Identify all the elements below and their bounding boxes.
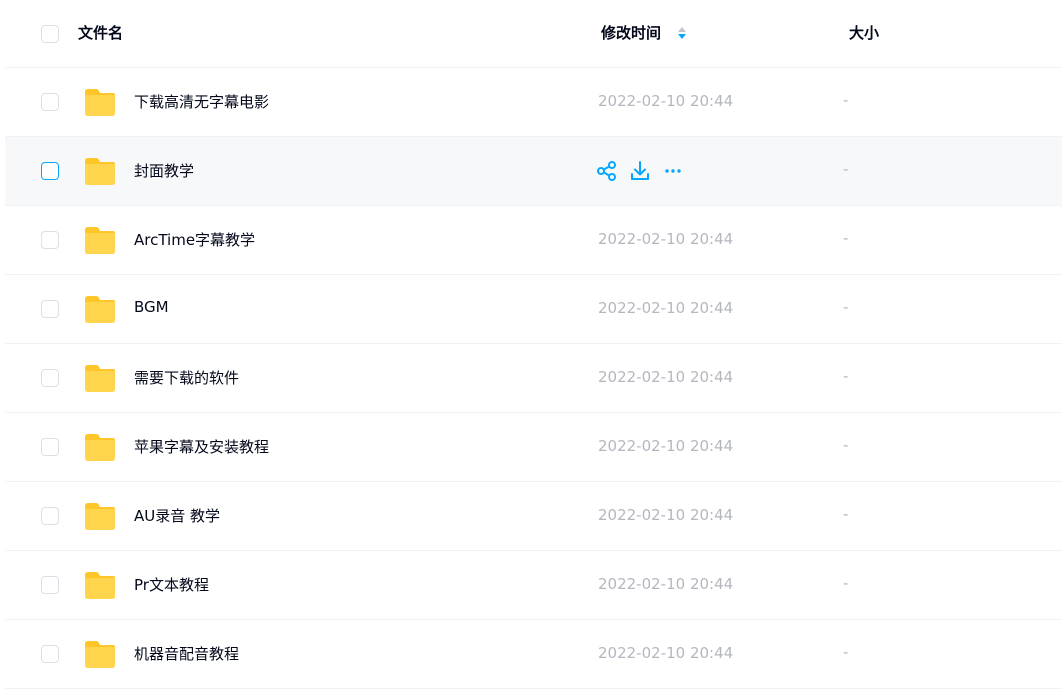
row-checkbox[interactable] [41, 162, 59, 180]
file-modified-time: 2022-02-10 20:44 [598, 575, 734, 593]
file-modified-time: 2022-02-10 20:44 [598, 506, 734, 524]
download-icon[interactable] [629, 160, 651, 182]
file-row[interactable]: 下载高清无字幕电影 2022-02-10 20:44 - [5, 68, 1062, 137]
file-name[interactable]: AU录音 教学 [134, 505, 220, 526]
folder-icon [85, 158, 115, 185]
file-modified-time: 2022-02-10 20:44 [598, 368, 734, 386]
file-row[interactable]: 需要下载的软件 2022-02-10 20:44 - [5, 344, 1062, 413]
file-size: - [843, 367, 849, 385]
file-modified-time: 2022-02-10 20:44 [598, 299, 734, 317]
column-header-modified-time[interactable]: 修改时间 [601, 22, 661, 43]
file-name[interactable]: BGM [134, 298, 169, 316]
file-name[interactable]: ArcTime字幕教学 [134, 229, 255, 250]
file-row[interactable]: ArcTime字幕教学 2022-02-10 20:44 - [5, 206, 1062, 275]
file-name[interactable]: 需要下载的软件 [134, 367, 239, 388]
sort-caret-icon[interactable] [677, 25, 687, 41]
folder-icon [85, 365, 115, 392]
file-name[interactable]: 下载高清无字幕电影 [134, 91, 269, 112]
file-size: - [843, 229, 849, 247]
file-list-table: 文件名 修改时间 大小 下载高清无字幕电影 2022-02-10 20:44 -… [5, 0, 1062, 689]
row-checkbox[interactable] [41, 507, 59, 525]
file-size: - [843, 298, 849, 316]
folder-icon [85, 572, 115, 599]
file-size: - [843, 574, 849, 592]
row-checkbox[interactable] [41, 369, 59, 387]
file-list-header: 文件名 修改时间 大小 [5, 0, 1062, 68]
select-all-checkbox[interactable] [41, 25, 59, 43]
file-size: - [843, 643, 849, 661]
more-icon[interactable] [662, 160, 684, 182]
row-checkbox[interactable] [41, 438, 59, 456]
file-row[interactable]: Pr文本教程 2022-02-10 20:44 - [5, 551, 1062, 620]
file-row[interactable]: BGM 2022-02-10 20:44 - [5, 275, 1062, 344]
file-size: - [843, 505, 849, 523]
row-checkbox[interactable] [41, 231, 59, 249]
row-checkbox[interactable] [41, 576, 59, 594]
file-name[interactable]: 苹果字幕及安装教程 [134, 436, 269, 457]
file-modified-time: 2022-02-10 20:44 [598, 644, 734, 662]
row-checkbox[interactable] [41, 93, 59, 111]
folder-icon [85, 503, 115, 530]
file-row[interactable]: AU录音 教学 2022-02-10 20:44 - [5, 482, 1062, 551]
row-checkbox[interactable] [41, 645, 59, 663]
file-modified-time: 2022-02-10 20:44 [598, 230, 734, 248]
file-name[interactable]: 机器音配音教程 [134, 643, 239, 664]
file-row[interactable]: 机器音配音教程 2022-02-10 20:44 - [5, 620, 1062, 689]
folder-icon [85, 227, 115, 254]
file-size: - [843, 436, 849, 454]
file-row[interactable]: 封面教学 - [5, 137, 1062, 206]
file-size: - [843, 91, 849, 109]
file-modified-time: 2022-02-10 20:44 [598, 92, 734, 110]
folder-icon [85, 89, 115, 116]
file-modified-time: 2022-02-10 20:44 [598, 437, 734, 455]
folder-icon [85, 296, 115, 323]
file-name[interactable]: Pr文本教程 [134, 574, 209, 595]
row-checkbox[interactable] [41, 300, 59, 318]
folder-icon [85, 641, 115, 668]
file-name[interactable]: 封面教学 [134, 160, 194, 181]
share-icon[interactable] [596, 160, 618, 182]
file-row[interactable]: 苹果字幕及安装教程 2022-02-10 20:44 - [5, 413, 1062, 482]
folder-icon [85, 434, 115, 461]
file-list-body: 下载高清无字幕电影 2022-02-10 20:44 - 封面教学 - ArcT… [5, 68, 1062, 689]
column-header-name[interactable]: 文件名 [78, 22, 123, 43]
column-header-size[interactable]: 大小 [849, 22, 879, 43]
file-size: - [843, 160, 849, 178]
